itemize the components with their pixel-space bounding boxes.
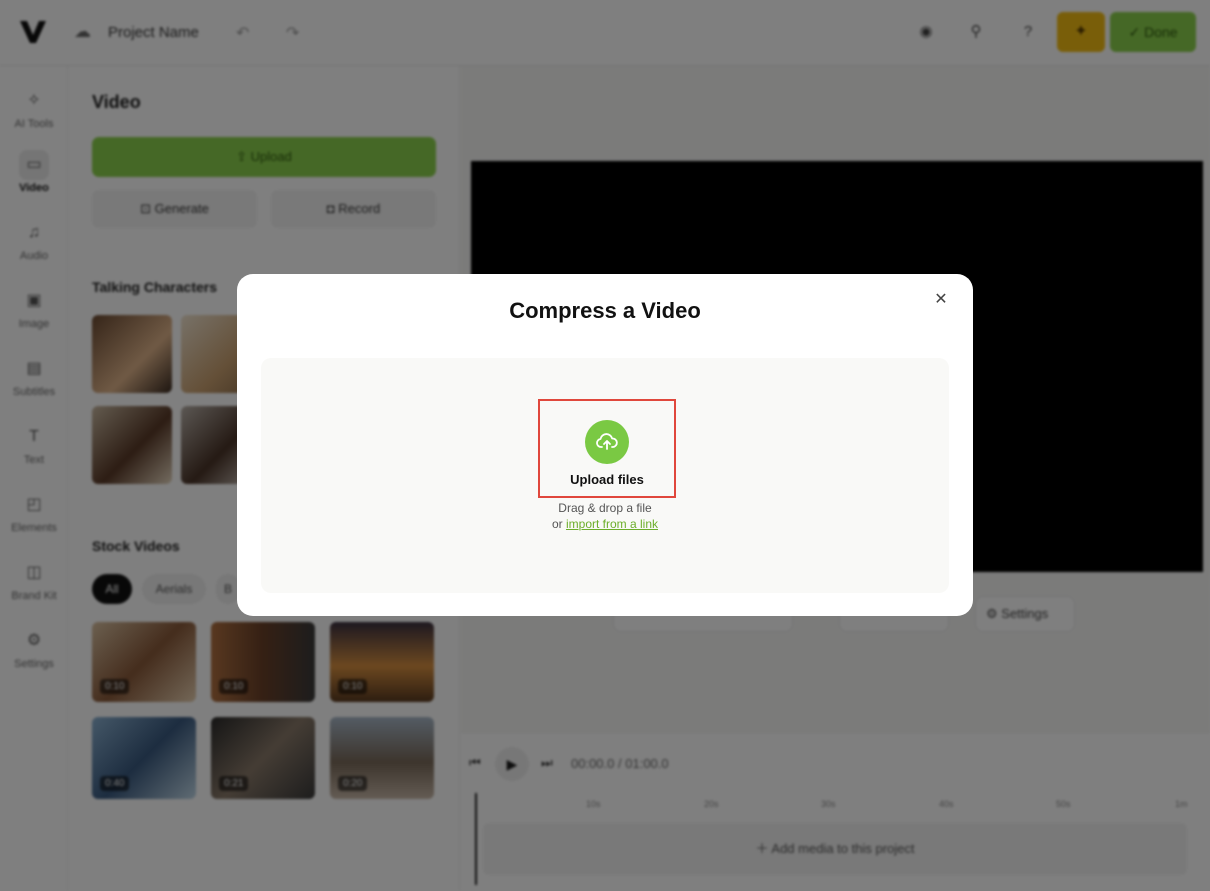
import-from-link[interactable]: import from a link [566,517,658,531]
or-text: or [551,517,563,531]
close-icon[interactable]: ✕ [931,290,951,310]
modal-title: Compress a Video [509,298,701,323]
upload-files-button[interactable]: Upload files [538,399,676,498]
compress-video-modal: Compress a Video ✕ Upload files Drag & d… [237,274,973,616]
drag-drop-text: Drag & drop a file [558,501,652,515]
file-dropzone[interactable]: Upload files Drag & drop a file or impor… [261,358,949,593]
import-line: or import from a link [261,517,949,531]
upload-cloud-icon [585,420,629,464]
upload-files-label: Upload files [570,472,644,487]
